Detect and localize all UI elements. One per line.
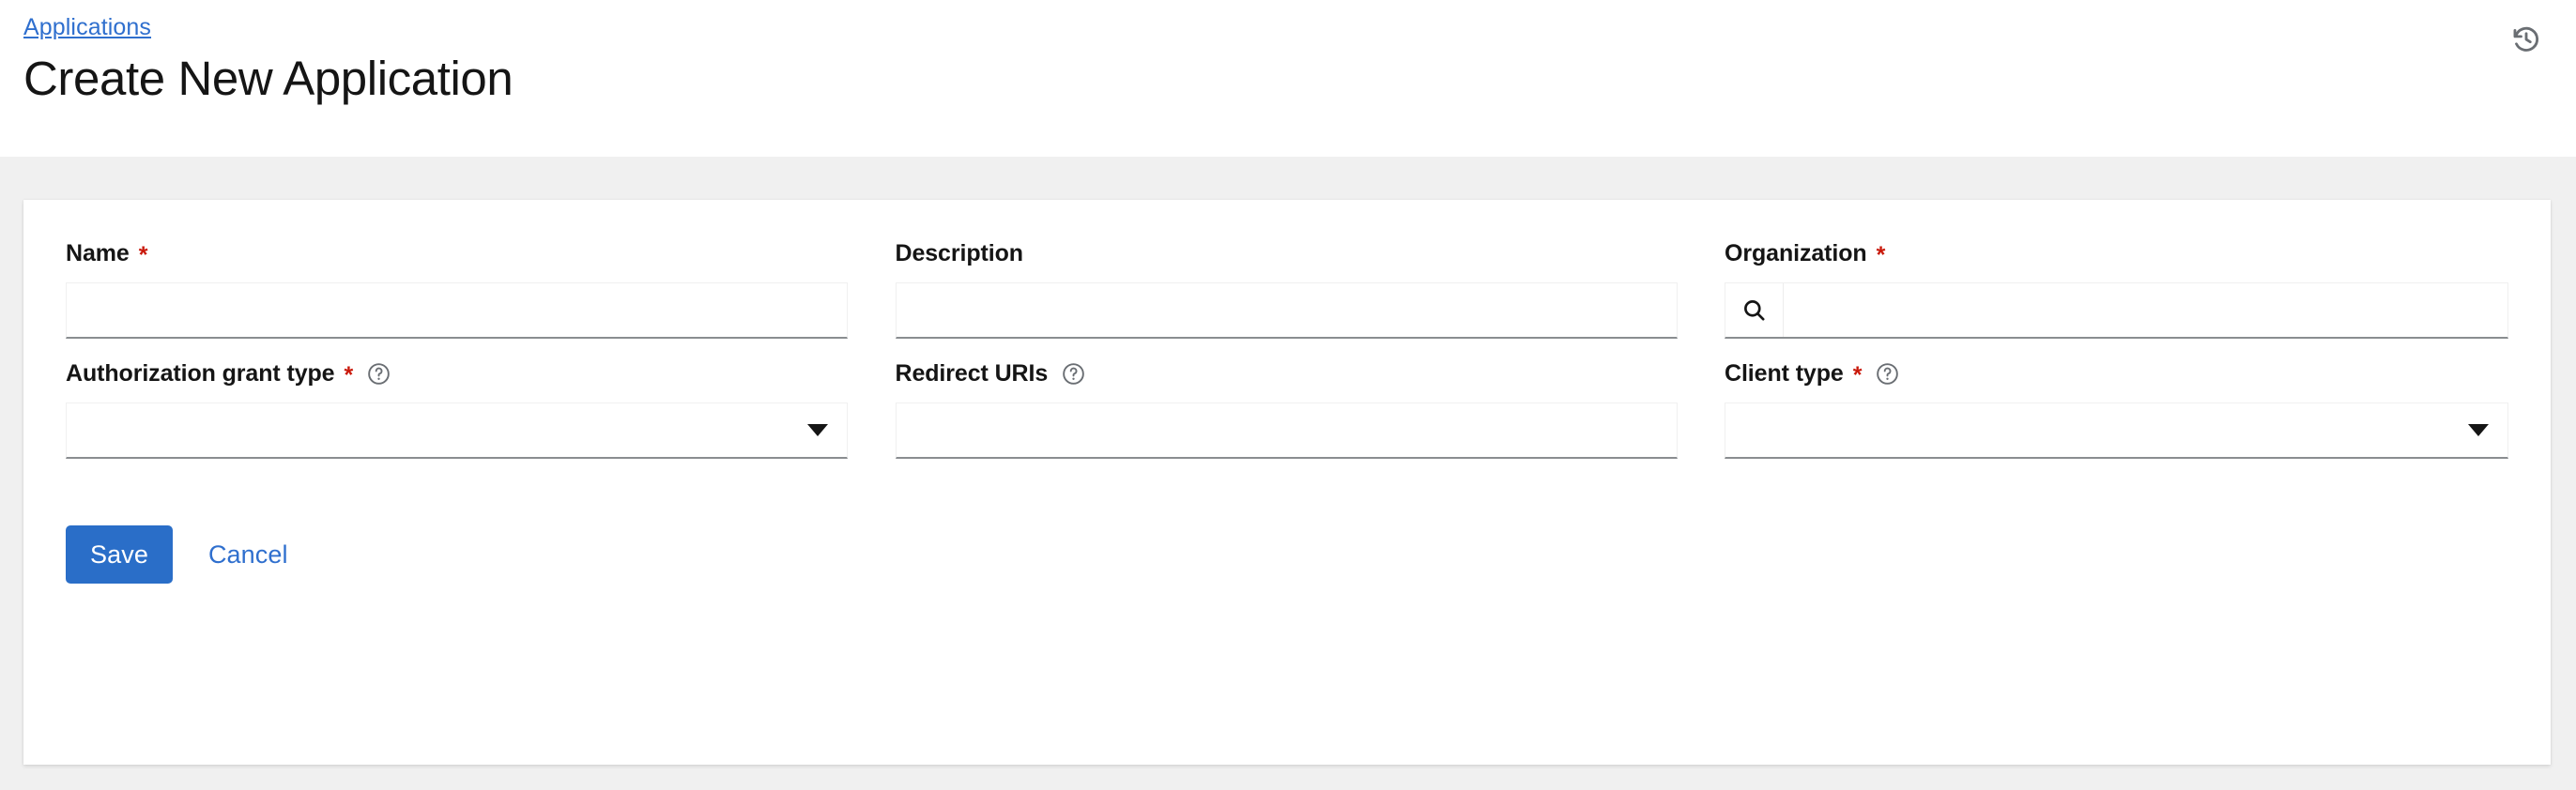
history-icon [2510, 23, 2542, 55]
header-actions [2503, 16, 2550, 63]
breadcrumb-applications[interactable]: Applications [23, 13, 151, 41]
label-text: Name [66, 240, 130, 266]
application-form: Name * Description Organization * Author… [66, 239, 2508, 459]
organization-search-button[interactable] [1725, 283, 1784, 337]
label-text: Description [895, 240, 1024, 266]
label-text: Organization [1725, 240, 1867, 266]
required-indicator: * [1852, 361, 1863, 388]
history-button[interactable] [2503, 16, 2550, 63]
redirect-uris-input[interactable] [895, 403, 1678, 459]
field-label-name: Name * [66, 239, 848, 267]
name-input[interactable] [66, 282, 848, 339]
help-circle-icon[interactable] [1061, 361, 1086, 387]
authorization-grant-type-select[interactable] [66, 403, 848, 459]
required-indicator: * [344, 361, 354, 388]
label-text: Authorization grant type [66, 360, 335, 387]
page-title: Create New Application [23, 52, 514, 105]
field-label-organization: Organization * [1725, 239, 2508, 267]
field-authorization-grant-type: Authorization grant type * [66, 359, 848, 459]
field-redirect-uris: Redirect URIs [895, 359, 1678, 459]
help-circle-icon[interactable] [1875, 361, 1900, 387]
form-card: Name * Description Organization * Author… [23, 200, 2551, 765]
caret-down-icon [807, 424, 828, 436]
field-label-authorization-grant-type: Authorization grant type * [66, 359, 848, 387]
help-circle-icon[interactable] [366, 361, 391, 387]
organization-input[interactable] [1784, 283, 2507, 337]
field-client-type: Client type * [1725, 359, 2508, 459]
label-text: Client type [1725, 360, 1844, 387]
organization-lookup [1725, 282, 2508, 339]
cancel-button[interactable]: Cancel [188, 525, 309, 584]
field-label-client-type: Client type * [1725, 359, 2508, 387]
form-actions: Save Cancel [66, 525, 2508, 584]
caret-down-icon [2468, 424, 2489, 436]
field-label-redirect-uris: Redirect URIs [896, 359, 1678, 387]
required-indicator: * [1876, 241, 1886, 268]
field-organization: Organization * [1725, 239, 2508, 339]
save-button[interactable]: Save [66, 525, 173, 584]
search-icon [1741, 297, 1767, 323]
label-text: Redirect URIs [895, 360, 1049, 387]
field-name: Name * [66, 239, 848, 339]
field-description: Description [895, 239, 1678, 339]
page-header: Applications Create New Application [0, 0, 2576, 157]
required-indicator: * [138, 241, 148, 268]
client-type-select[interactable] [1725, 403, 2508, 459]
description-input[interactable] [895, 282, 1678, 339]
field-label-description: Description [896, 239, 1678, 267]
